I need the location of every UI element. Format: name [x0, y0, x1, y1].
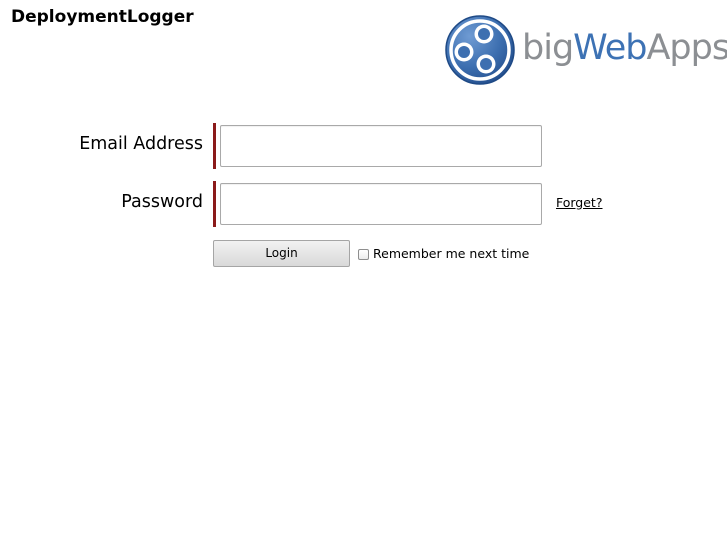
password-label: Password [121, 192, 203, 212]
brand-wordmark: bigWebApps [522, 26, 727, 70]
login-button[interactable]: Login [213, 240, 350, 267]
remember-me-label[interactable]: Remember me next time [373, 246, 529, 262]
email-required-marker [213, 123, 216, 169]
email-label: Email Address [79, 134, 203, 154]
app-title: DeploymentLogger [11, 7, 194, 27]
bigwebapps-logo-icon [445, 15, 515, 85]
remember-me[interactable]: Remember me next time [358, 246, 529, 262]
brand-word-web: Web [573, 28, 647, 68]
remember-me-checkbox[interactable] [358, 248, 369, 260]
brand-word-big: big [522, 28, 574, 68]
password-required-marker [213, 181, 216, 227]
forget-password-link[interactable]: Forget? [556, 195, 602, 211]
brand-word-apps: Apps [646, 28, 727, 68]
brand-logo: bigWebApps [444, 14, 727, 86]
email-field[interactable] [220, 125, 542, 167]
password-field[interactable] [220, 183, 542, 225]
